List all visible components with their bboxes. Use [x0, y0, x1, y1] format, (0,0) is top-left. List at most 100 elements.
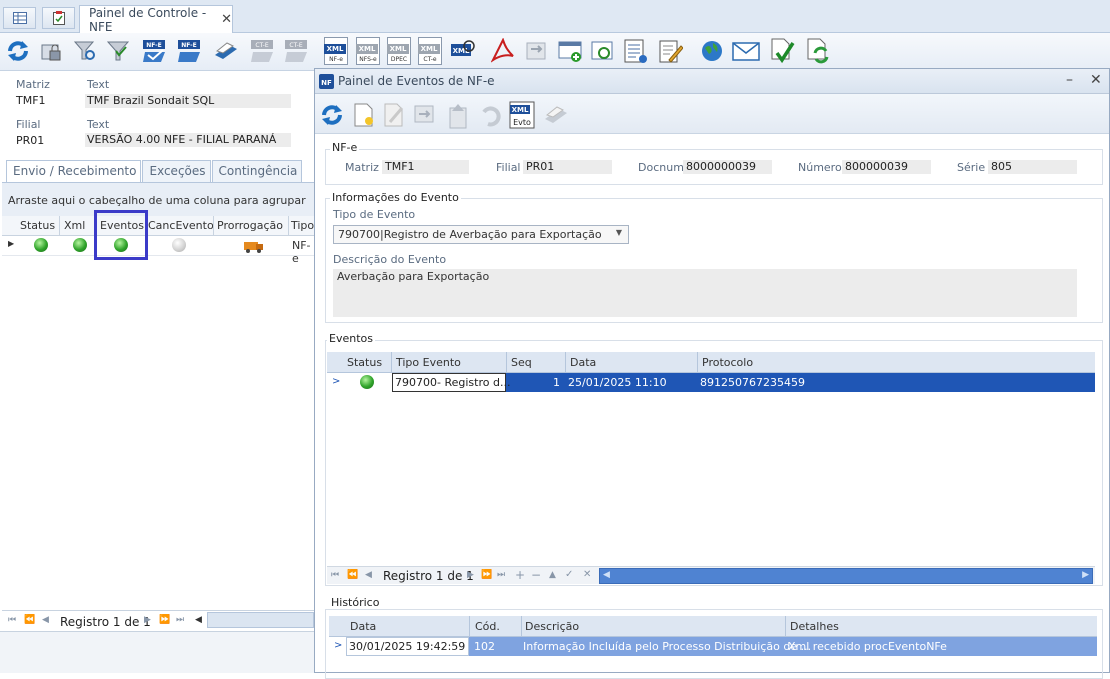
- prev-icon[interactable]: ◀: [42, 615, 49, 625]
- xml-dpec-button[interactable]: XML DPEC: [384, 36, 414, 66]
- next-icon[interactable]: ▶: [467, 570, 474, 580]
- horizontal-scrollbar[interactable]: ◀ ▶: [599, 568, 1093, 584]
- scroll-right-icon[interactable]: ▶: [1082, 570, 1089, 580]
- cte-disabled-icon[interactable]: CT-E: [282, 36, 312, 66]
- cancevento-gray-icon[interactable]: [172, 238, 186, 252]
- first-icon[interactable]: ⏮: [331, 570, 339, 580]
- next-page-icon[interactable]: ⏩: [481, 570, 492, 580]
- col-protocolo[interactable]: Protocolo: [702, 356, 753, 369]
- table-row[interactable]: > 30/01/2025 19:42:59 102 Informação Inc…: [329, 637, 1097, 656]
- minimize-icon[interactable]: –: [1066, 72, 1073, 88]
- lock-icon[interactable]: [36, 36, 66, 66]
- xml-evto-icon[interactable]: XML Evto: [509, 100, 535, 130]
- col-prorrogacao[interactable]: Prorrogação: [217, 219, 283, 232]
- nfe-send-icon[interactable]: NF-E: [175, 36, 205, 66]
- scroll-left-icon[interactable]: ◀: [195, 615, 202, 625]
- col-seq[interactable]: Seq: [511, 356, 532, 369]
- col-cancevento[interactable]: CancEvento: [148, 219, 214, 232]
- col-tipo-evento[interactable]: Tipo Evento: [396, 356, 461, 369]
- pdf-icon[interactable]: [488, 36, 518, 66]
- col-xml[interactable]: Xml: [64, 219, 85, 232]
- search-form-icon[interactable]: [588, 36, 618, 66]
- printer-disabled-icon[interactable]: [541, 103, 569, 127]
- prev-page-icon[interactable]: ⏪: [24, 615, 35, 625]
- prorrogacao-truck-icon[interactable]: [242, 238, 266, 254]
- next-page-icon[interactable]: ⏩: [159, 615, 170, 625]
- col-data[interactable]: Data: [350, 620, 376, 633]
- tab-contingencia[interactable]: Contingência: [211, 160, 303, 182]
- col-cod[interactable]: Cód.: [475, 620, 500, 633]
- group-panel[interactable]: Arraste aqui o cabeçalho de uma coluna p…: [2, 182, 314, 216]
- printer-icon[interactable]: [210, 36, 240, 66]
- status-green-icon[interactable]: [360, 375, 374, 389]
- edit-disabled-icon[interactable]: [382, 102, 406, 128]
- globe-icon[interactable]: [697, 36, 727, 66]
- tipo-evento-select[interactable]: 790700|Registro de Averbação para Export…: [333, 225, 629, 244]
- table-row[interactable]: > 790700- Registro d... 1 25/01/2025 11:…: [327, 373, 1095, 392]
- transfer-disabled-icon[interactable]: [412, 102, 438, 128]
- col-tipo[interactable]: Tipo: [291, 219, 314, 232]
- col-data[interactable]: Data: [570, 356, 596, 369]
- col-descricao[interactable]: Descrição: [525, 620, 579, 633]
- cte-disabled-icon[interactable]: CT-E: [248, 36, 278, 66]
- tab-excecoes[interactable]: Exceções: [142, 160, 211, 182]
- scroll-left-icon[interactable]: ◀: [603, 570, 610, 580]
- matriz-name-field: TMF Brazil Sondait SQL: [85, 94, 291, 108]
- nfe-check-icon[interactable]: NF-E: [140, 36, 170, 66]
- svg-text:CT-E: CT-E: [289, 42, 302, 49]
- dialog-titlebar: NF Painel de Eventos de NF-e – ✕: [315, 69, 1109, 94]
- document-list-icon[interactable]: [620, 36, 650, 66]
- descricao-field[interactable]: Averbação para Exportação: [333, 269, 1077, 317]
- email-icon[interactable]: [731, 36, 761, 66]
- sync-document-icon[interactable]: [803, 36, 833, 66]
- xml-nfe-button[interactable]: XML NF-e: [321, 36, 351, 66]
- close-icon[interactable]: ✕: [1090, 72, 1102, 88]
- last-icon[interactable]: ⏭: [176, 615, 184, 625]
- prev-icon[interactable]: ◀: [365, 570, 372, 580]
- table-row[interactable]: ▶ NF-e: [2, 236, 314, 265]
- refresh-icon[interactable]: [3, 36, 33, 66]
- filial-field: PR01: [523, 160, 612, 174]
- close-icon[interactable]: ✕: [221, 12, 232, 27]
- add-form-icon[interactable]: [555, 36, 585, 66]
- svg-text:NF-E: NF-E: [146, 42, 162, 49]
- filial-text-label: Text: [87, 118, 110, 131]
- undo-disabled-icon[interactable]: [478, 102, 504, 128]
- last-icon[interactable]: ⏭: [497, 570, 505, 580]
- xml-nfse-button[interactable]: XML NFS-e: [353, 36, 383, 66]
- first-icon[interactable]: ⏮: [8, 615, 16, 625]
- next-icon[interactable]: ▶: [144, 615, 151, 625]
- xml-search-icon[interactable]: XML: [448, 36, 478, 66]
- prev-page-icon[interactable]: ⏪: [347, 570, 358, 580]
- refresh-icon[interactable]: [320, 103, 344, 127]
- docnum-label: Docnum: [638, 161, 684, 174]
- eventos-dialog: NF Painel de Eventos de NF-e – ✕ XML Evto…: [314, 68, 1110, 679]
- edit-document-icon[interactable]: [655, 36, 685, 66]
- tab-painel-controle[interactable]: Painel de Controle - NFE ✕: [79, 5, 233, 34]
- historico-label: Histórico: [329, 596, 382, 609]
- up-icon[interactable]: ▲: [549, 570, 556, 580]
- tab-clipboard-icon[interactable]: [42, 7, 75, 29]
- status-green-icon[interactable]: [34, 238, 48, 252]
- approve-document-icon[interactable]: [767, 36, 797, 66]
- remove-icon[interactable]: −: [531, 568, 541, 582]
- tab-grid-icon[interactable]: [3, 7, 36, 29]
- new-document-icon[interactable]: [352, 102, 376, 128]
- xml-green-icon[interactable]: [73, 238, 87, 252]
- matriz-label: Matriz: [345, 161, 379, 174]
- xml-cte-button[interactable]: XML CT-e: [415, 36, 445, 66]
- cancel-icon[interactable]: ✕: [583, 569, 591, 580]
- eventos-navigator: ⏮ ⏪ ◀ Registro 1 de 1 ▶ ⏩ ⏭ + − ▲ ✓ ✕ ◀ …: [327, 566, 1095, 584]
- col-detalhes[interactable]: Detalhes: [790, 620, 839, 633]
- filter-icon[interactable]: [103, 36, 133, 66]
- col-status[interactable]: Status: [20, 219, 55, 232]
- chevron-down-icon[interactable]: ▼: [616, 228, 622, 237]
- check-icon[interactable]: ✓: [565, 569, 573, 580]
- tab-envio-recebimento[interactable]: Envio / Recebimento: [6, 160, 142, 182]
- transfer-disabled-icon[interactable]: [522, 36, 552, 66]
- upload-disabled-icon[interactable]: [446, 102, 472, 130]
- col-status[interactable]: Status: [347, 356, 382, 369]
- add-icon[interactable]: +: [515, 568, 525, 582]
- horizontal-scrollbar[interactable]: [207, 612, 314, 628]
- filter-search-icon[interactable]: [70, 36, 100, 66]
